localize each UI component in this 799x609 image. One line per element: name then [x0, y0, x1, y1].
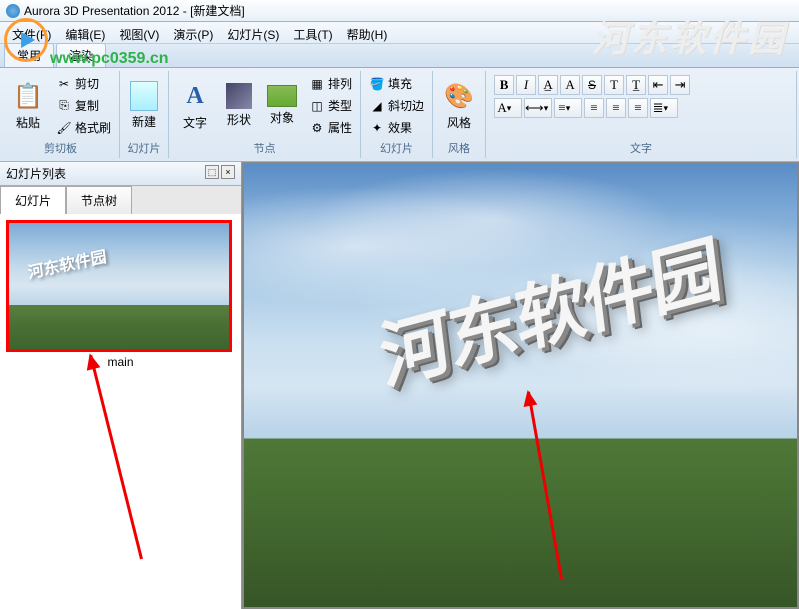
- panel-close-button[interactable]: ×: [221, 165, 235, 179]
- group-clipboard: 📋 粘贴 ✂剪切 ⎘复制 🖌格式刷 剪切板: [2, 71, 120, 158]
- props-button[interactable]: ⚙属性: [305, 117, 356, 138]
- slide-thumbnail[interactable]: 河东软件园: [6, 220, 232, 352]
- list-button[interactable]: ≣▾: [650, 98, 678, 118]
- tab-nodetree[interactable]: 节点树: [66, 186, 132, 214]
- align-center-button[interactable]: ≡: [606, 98, 626, 118]
- scene-3d[interactable]: 河东软件园: [244, 164, 797, 607]
- effect-icon: ✦: [369, 120, 385, 136]
- object-button[interactable]: 对象: [261, 73, 303, 138]
- menu-file[interactable]: 文件(F): [6, 24, 57, 41]
- menu-present[interactable]: 演示(P): [167, 24, 219, 41]
- brush-icon: 🖌: [56, 120, 72, 136]
- slide-list-panel: 幻灯片列表 ⬚ × 幻灯片 节点树 河东软件园 main: [0, 162, 242, 609]
- text-icon: A: [179, 80, 211, 112]
- fill-button[interactable]: 🪣填充: [365, 73, 428, 94]
- menu-edit[interactable]: 编辑(E): [59, 24, 111, 41]
- cut-button[interactable]: ✂剪切: [52, 73, 115, 94]
- gear-icon: ⚙: [309, 120, 325, 136]
- panel-pin-button[interactable]: ⬚: [205, 165, 219, 179]
- strike-button[interactable]: S: [582, 75, 602, 95]
- panel-header: 幻灯片列表 ⬚ ×: [0, 162, 241, 186]
- italic-button[interactable]: I: [516, 75, 536, 95]
- group-style: 🎨风格 风格: [433, 71, 486, 158]
- chevron-down-icon: ▾: [507, 103, 519, 114]
- tt1-button[interactable]: T: [604, 75, 624, 95]
- style-button[interactable]: 🎨风格: [437, 73, 481, 138]
- align-left-button[interactable]: ≡: [584, 98, 604, 118]
- object-icon: [267, 85, 297, 107]
- new-slide-icon: [130, 81, 158, 111]
- bevel-icon: ◢: [369, 98, 385, 114]
- align-right-button[interactable]: ≡: [628, 98, 648, 118]
- window-title: Aurora 3D Presentation 2012 - [新建文档]: [24, 2, 245, 19]
- palette-icon: 🎨: [443, 80, 475, 112]
- arrange-button[interactable]: ▦排列: [305, 73, 356, 94]
- effect-button[interactable]: ✦效果: [365, 117, 428, 138]
- workspace: 幻灯片列表 ⬚ × 幻灯片 节点树 河东软件园 main 河东软件园: [0, 162, 799, 609]
- indent-dec-button[interactable]: ⇤: [648, 75, 668, 95]
- ribbon: 📋 粘贴 ✂剪切 ⎘复制 🖌格式刷 剪切板 新建 幻灯片 A文字 形状 对象: [0, 68, 799, 162]
- fontcolor-button[interactable]: A▾: [494, 98, 522, 118]
- menu-view[interactable]: 视图(V): [113, 24, 165, 41]
- indent-inc-button[interactable]: ⇥: [670, 75, 690, 95]
- tab-common[interactable]: 常用: [4, 43, 54, 67]
- app-icon: [6, 4, 20, 18]
- cut-icon: ✂: [56, 76, 72, 92]
- chevron-down-icon: ▾: [544, 103, 551, 114]
- thumbnail-area: 河东软件园 main: [0, 214, 241, 609]
- bevel-button[interactable]: ◢斜切边: [365, 95, 428, 116]
- group-slides: 新建 幻灯片: [120, 71, 169, 158]
- shape-button[interactable]: 形状: [219, 73, 259, 138]
- new-slide-button[interactable]: 新建: [124, 73, 164, 138]
- thumb-label: main: [6, 352, 235, 372]
- format-painter-button[interactable]: 🖌格式刷: [52, 117, 115, 138]
- paste-button[interactable]: 📋 粘贴: [6, 73, 50, 138]
- panel-title: 幻灯片列表: [6, 165, 66, 182]
- canvas-area: 河东软件园: [242, 162, 799, 609]
- group-slideview: 🪣填充 ◢斜切边 ✦效果 幻灯片: [361, 71, 433, 158]
- watermark-url: www.pc0359.cn: [50, 50, 169, 68]
- side-tabs: 幻灯片 节点树: [0, 186, 241, 214]
- menu-slide[interactable]: 幻灯片(S): [221, 24, 285, 41]
- type-button[interactable]: ◫类型: [305, 95, 356, 116]
- bold-button[interactable]: B: [494, 75, 514, 95]
- group-nodes: A文字 形状 对象 ▦排列 ◫类型 ⚙属性 节点: [169, 71, 361, 158]
- watermark-text: 河东软件园: [592, 10, 787, 62]
- copy-button[interactable]: ⎘复制: [52, 95, 115, 116]
- fontcase-button[interactable]: A̲: [538, 75, 558, 95]
- type-icon: ◫: [309, 98, 325, 114]
- copy-icon: ⎘: [56, 98, 72, 114]
- group-textfmt: B I A̲ A S T T̲ ⇤ ⇥ A▾ ⟷▾ ≡▾ ≡ ≡ ≡ ≣▾ 文字: [486, 71, 797, 158]
- spacing-button[interactable]: ⟷▾: [524, 98, 552, 118]
- shape-icon: [226, 83, 252, 109]
- fill-icon: 🪣: [369, 76, 385, 92]
- chevron-down-icon: ▾: [664, 103, 676, 114]
- paste-icon: 📋: [12, 80, 44, 112]
- tt2-button[interactable]: T̲: [626, 75, 646, 95]
- menu-help[interactable]: 帮助(H): [341, 24, 394, 41]
- thumb-3d-text: 河东软件园: [26, 243, 107, 284]
- lineheight-button[interactable]: ≡▾: [554, 98, 582, 118]
- chevron-down-icon: ▾: [566, 103, 578, 114]
- text-button[interactable]: A文字: [173, 73, 217, 138]
- allcaps-button[interactable]: A: [560, 75, 580, 95]
- tab-slides[interactable]: 幻灯片: [0, 186, 66, 214]
- menu-tools[interactable]: 工具(T): [287, 24, 338, 41]
- arrange-icon: ▦: [309, 76, 325, 92]
